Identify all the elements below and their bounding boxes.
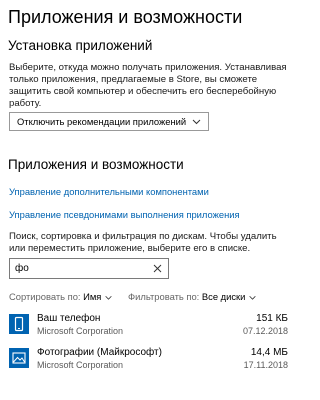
app-size: 151 КБ (256, 313, 288, 324)
filter-control[interactable]: Фильтровать по: Все диски (128, 291, 257, 302)
page-title: Приложения и возможности (8, 7, 243, 27)
app-source-dropdown-value: Отключить рекомендации приложений (17, 116, 187, 127)
filter-label: Фильтровать по: (128, 291, 200, 302)
photos-icon (9, 348, 29, 368)
chevron-down-icon (105, 295, 112, 300)
chevron-down-icon (249, 295, 256, 300)
apps-features-heading: Приложения и возможности (8, 157, 184, 172)
app-date: 07.12.2018 (242, 326, 288, 336)
filter-value: Все диски (201, 291, 246, 302)
sort-control[interactable]: Сортировать по: Имя (9, 291, 113, 302)
app-publisher: Microsoft Corporation (37, 360, 124, 370)
app-size: 14,4 МБ (250, 347, 288, 358)
install-apps-heading: Установка приложений (8, 38, 153, 53)
search-input-value: фо (15, 263, 29, 274)
sort-label: Сортировать по: (9, 291, 81, 302)
install-apps-description: Выберите, откуда можно получать приложен… (9, 62, 287, 109)
search-description: Поиск, сортировка и фильтрация по дискам… (9, 231, 277, 254)
app-date: 17.11.2018 (243, 360, 288, 370)
app-name: Ваш телефон (37, 313, 101, 324)
chevron-down-icon (192, 119, 201, 125)
app-execution-aliases-link[interactable]: Управление псевдонимами выполнения прило… (9, 209, 240, 220)
sort-value: Имя (83, 291, 102, 302)
app-publisher: Microsoft Corporation (37, 326, 124, 336)
close-icon[interactable] (152, 263, 163, 274)
phone-icon (9, 314, 29, 334)
search-input[interactable]: фо (9, 258, 169, 279)
app-name: Фотографии (Майкрософт) (37, 347, 162, 358)
optional-features-link[interactable]: Управление дополнительными компонентами (9, 186, 209, 197)
app-source-dropdown[interactable]: Отключить рекомендации приложений (9, 112, 210, 131)
